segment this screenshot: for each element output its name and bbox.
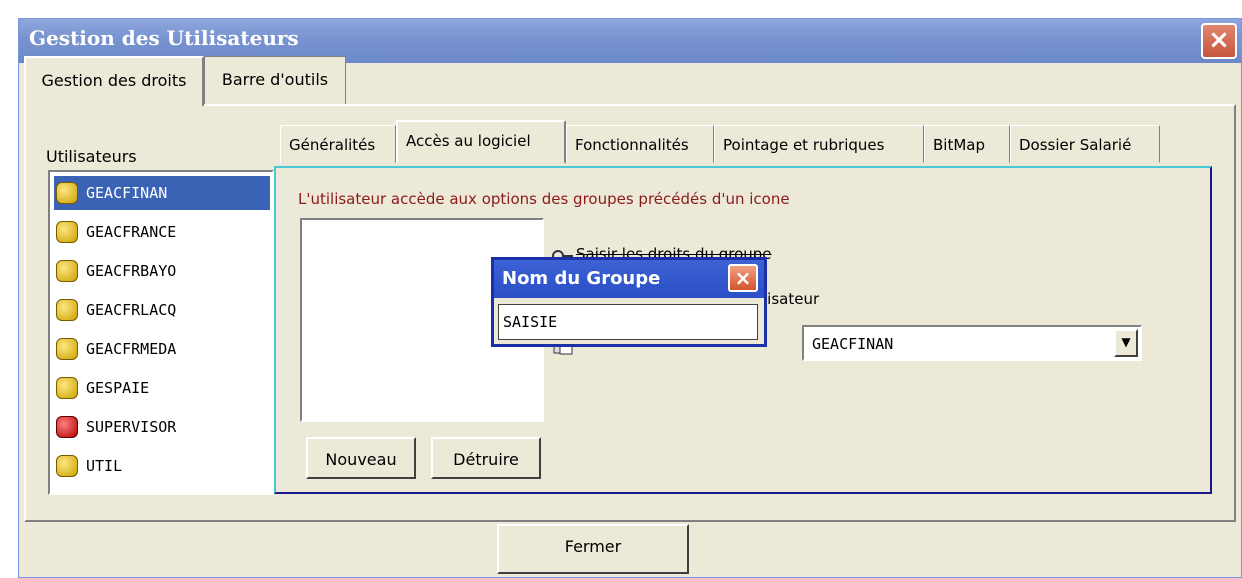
user-group-icon (56, 299, 78, 321)
button-label: Fermer (564, 537, 622, 556)
list-item[interactable]: GESPAIE (54, 371, 270, 405)
user-name: GESPAIE (86, 379, 150, 397)
user-group-icon (56, 221, 78, 243)
tab-label: Généralités (289, 136, 376, 154)
list-item[interactable]: UTIL (54, 449, 270, 483)
chevron-down-icon[interactable]: ▼ (1114, 329, 1138, 357)
new-button[interactable]: Nouveau (306, 437, 416, 479)
dialog-title: Nom du Groupe (502, 268, 661, 289)
list-item[interactable]: GEACFRBAYO (54, 254, 270, 288)
user-name: GEACFRLACQ (86, 301, 177, 319)
tab-bitmap[interactable]: BitMap (924, 125, 1010, 163)
user-group-icon (56, 182, 78, 204)
option-utilisateur-partial: lisateur (763, 290, 820, 308)
user-group-icon (56, 260, 78, 282)
user-combo[interactable]: GEACFINAN ▼ (802, 325, 1142, 361)
user-name: GEACFRMEDA (86, 340, 177, 358)
tab-generalites[interactable]: Généralités (280, 125, 396, 163)
user-name: SUPERVISOR (86, 418, 177, 436)
user-name: UTIL (86, 457, 123, 475)
dialog-title-bar: Nom du Groupe × (494, 260, 764, 298)
tab-label: Dossier Salarié (1019, 136, 1132, 154)
tab-label: Barre d'outils (221, 70, 329, 89)
user-name: GEACFINAN (86, 184, 168, 202)
window-close-button[interactable]: × (1201, 23, 1237, 59)
button-label: Détruire (453, 450, 519, 469)
hint-text: L'utilisateur accède aux options des gro… (298, 190, 790, 208)
tab-label: BitMap (933, 136, 985, 154)
users-list[interactable]: GEACFINAN GEACFRANCE GEACFRBAYO GEACFRLA… (48, 170, 274, 495)
tab-fonctionnalites[interactable]: Fonctionnalités (566, 125, 714, 163)
supervisor-icon (56, 416, 78, 438)
user-group-icon (56, 338, 78, 360)
button-label: Nouveau (325, 450, 397, 469)
user-name: GEACFRANCE (86, 223, 177, 241)
list-item[interactable]: GEACFRMEDA (54, 332, 270, 366)
tab-label: Fonctionnalités (575, 136, 689, 154)
close-button[interactable]: Fermer (497, 524, 689, 574)
tab-pointage-rubriques[interactable]: Pointage et rubriques (714, 125, 924, 163)
list-item[interactable]: GEACFRANCE (54, 215, 270, 249)
users-label: Utilisateurs (46, 147, 137, 166)
close-icon[interactable]: × (728, 264, 758, 292)
combo-value: GEACFINAN (812, 335, 894, 353)
user-name: GEACFRBAYO (86, 262, 177, 280)
user-group-icon (56, 377, 78, 399)
delete-button[interactable]: Détruire (431, 437, 541, 479)
list-item[interactable]: GEACFRLACQ (54, 293, 270, 327)
tab-barre-outils[interactable]: Barre d'outils (204, 56, 346, 106)
group-name-dialog: Nom du Groupe × SAISIE (491, 257, 767, 347)
tab-dossier-salarie[interactable]: Dossier Salarié (1010, 125, 1160, 163)
close-icon: × (1208, 25, 1230, 55)
tab-gestion-des-droits[interactable]: Gestion des droits (24, 56, 204, 106)
window-title: Gestion des Utilisateurs (29, 26, 299, 50)
list-item[interactable]: GEACFINAN (54, 176, 270, 210)
tab-label: Pointage et rubriques (723, 136, 885, 154)
user-group-icon (56, 455, 78, 477)
tab-label: Accès au logiciel (406, 132, 531, 150)
group-name-input[interactable]: SAISIE (498, 304, 758, 340)
tab-label: Gestion des droits (41, 71, 187, 90)
tab-acces-logiciel[interactable]: Accès au logiciel (396, 120, 566, 164)
list-item[interactable]: SUPERVISOR (54, 410, 270, 444)
